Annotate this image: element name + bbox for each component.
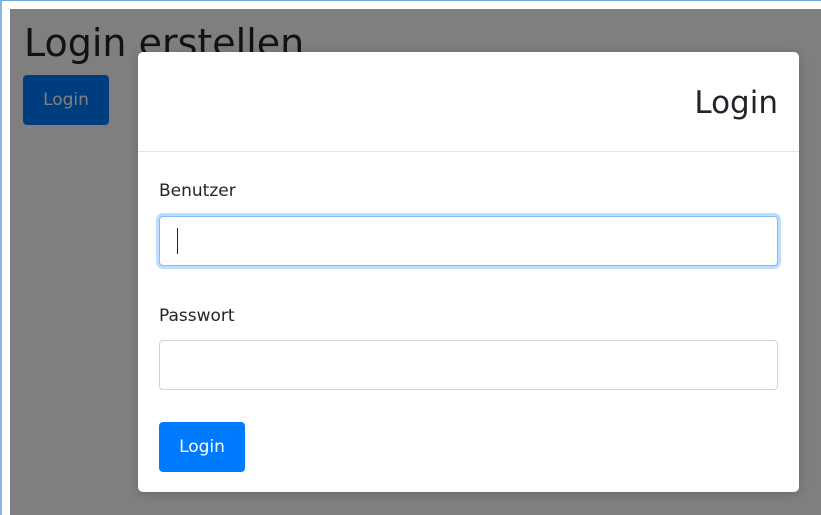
- password-input[interactable]: [159, 340, 778, 390]
- username-input[interactable]: [159, 216, 778, 266]
- username-label: Benutzer: [159, 181, 236, 201]
- login-modal: Login Benutzer Passwort Login: [138, 52, 799, 492]
- modal-title: Login: [694, 85, 778, 121]
- login-submit-button[interactable]: Login: [159, 422, 245, 472]
- text-cursor: [177, 228, 178, 254]
- password-label: Passwort: [159, 306, 235, 326]
- modal-header: Login: [138, 52, 799, 152]
- browser-frame: Login erstellen Login Login Benutzer Pas…: [0, 0, 821, 515]
